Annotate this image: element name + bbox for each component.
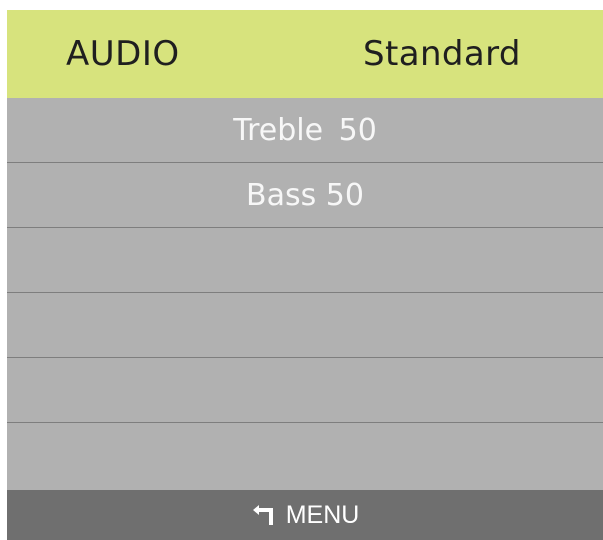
audio-settings-list: Treble 50 Bass 50 [7,98,603,490]
page-title: AUDIO [66,34,180,74]
return-arrow-icon [251,502,279,526]
menu-footer: MENU [7,490,603,540]
bass-setting-label: Bass 50 [246,178,364,213]
empty-setting-row [7,358,603,423]
empty-setting-row [7,293,603,358]
audio-header-bar: AUDIO Standard [7,10,603,98]
menu-label: MENU [285,501,360,529]
treble-setting-label: Treble 50 [233,113,377,148]
menu-return-button[interactable]: MENU [7,497,603,533]
sound-mode-value[interactable]: Standard [363,34,521,74]
empty-setting-row [7,228,603,293]
audio-settings-screen: AUDIO Standard Treble 50 Bass 50 MENU [0,0,603,540]
treble-setting-row[interactable]: Treble 50 [7,98,603,163]
empty-setting-row [7,423,603,490]
